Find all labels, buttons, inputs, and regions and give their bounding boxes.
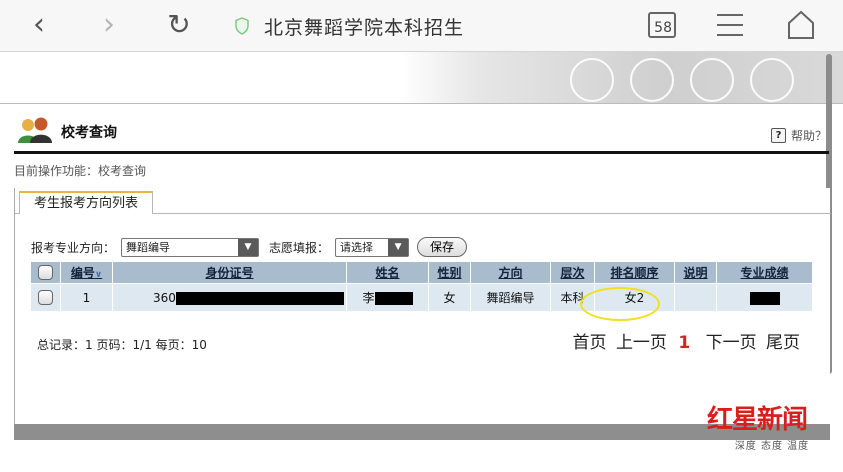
browser-toolbar: ‹ › ↻ 北京舞蹈学院本科招生 58 bbox=[0, 0, 843, 52]
column-header-level[interactable]: 层次 bbox=[550, 261, 595, 284]
page-url-title: 北京舞蹈学院本科招生 bbox=[264, 16, 465, 39]
prev-page-link[interactable]: 上一页 bbox=[616, 333, 667, 353]
column-header-name[interactable]: 姓名 bbox=[346, 261, 429, 284]
page-title: 校考查询 bbox=[61, 125, 117, 141]
row-direction: 舞蹈编导 bbox=[470, 283, 551, 312]
next-page-link[interactable]: 下一页 bbox=[706, 333, 757, 353]
filter-row: 报考专业方向： 舞蹈编导 ▼ 志愿填报： 请选择 ▼ 保存 bbox=[31, 236, 468, 258]
column-header-score[interactable]: 专业成绩 bbox=[716, 261, 813, 284]
major-direction-select[interactable]: 舞蹈编导 ▼ bbox=[121, 237, 260, 257]
table-header-row: 编号∨ 身份证号 姓名 性别 方向 层次 排名顺序 说明 专业成绩 bbox=[30, 261, 813, 284]
watermark-logo: 红星新闻 深度 态度 温度 bbox=[707, 403, 837, 463]
row-name: 李 bbox=[362, 291, 375, 305]
column-header-note[interactable]: 说明 bbox=[674, 261, 717, 284]
column-header-direction[interactable]: 方向 bbox=[470, 261, 551, 284]
column-header-id[interactable]: 身份证号 bbox=[112, 261, 347, 284]
select-all-cell bbox=[30, 261, 61, 284]
row-checkbox[interactable] bbox=[38, 290, 53, 305]
chevron-down-icon[interactable]: ▼ bbox=[238, 238, 259, 256]
watermark-logo-text: 红星新闻 bbox=[707, 405, 808, 435]
mail-icon bbox=[690, 58, 734, 102]
redaction-bar bbox=[374, 292, 413, 305]
first-page-link[interactable]: 首页 bbox=[573, 333, 607, 353]
watermark-slogan: 深度 态度 温度 bbox=[734, 441, 810, 452]
save-button[interactable]: 保存 bbox=[417, 237, 468, 257]
shield-icon bbox=[235, 17, 249, 35]
back-icon[interactable]: ‹ bbox=[22, 8, 56, 42]
row-checkbox-cell bbox=[30, 283, 61, 312]
choice-label: 志愿填报： bbox=[269, 240, 330, 255]
highlight-circle bbox=[580, 287, 660, 321]
help-link[interactable]: ? 帮助？ bbox=[770, 127, 827, 144]
column-header-gender[interactable]: 性别 bbox=[428, 261, 471, 284]
forward-icon[interactable]: › bbox=[92, 8, 126, 42]
row-note bbox=[674, 283, 717, 312]
choice-select[interactable]: 请选择 ▼ bbox=[335, 237, 410, 257]
menu-icon[interactable] bbox=[717, 14, 743, 36]
current-page: 1 bbox=[678, 333, 691, 353]
site-banner bbox=[0, 52, 843, 104]
users-icon bbox=[18, 117, 52, 143]
row-no: 1 bbox=[60, 283, 113, 312]
results-table: 编号∨ 身份证号 姓名 性别 方向 层次 排名顺序 说明 专业成绩 1 360 … bbox=[30, 261, 813, 312]
help-label[interactable]: 帮助？ bbox=[791, 127, 827, 144]
redaction-bar bbox=[749, 291, 780, 305]
reload-icon[interactable]: ↻ bbox=[162, 8, 196, 42]
records-summary: 总记录：1 页码：1/1 每页：10 bbox=[37, 338, 207, 352]
column-header-no[interactable]: 编号∨ bbox=[60, 261, 113, 284]
row-gender: 女 bbox=[428, 283, 471, 312]
help-icon[interactable]: ? bbox=[770, 128, 786, 143]
row-id-cell: 360 bbox=[112, 283, 347, 312]
redaction-bar bbox=[175, 291, 344, 305]
documents-icon bbox=[750, 58, 794, 102]
people-icon bbox=[630, 58, 674, 102]
breadcrumb: 目前操作功能：校考查询 bbox=[14, 164, 147, 178]
chevron-down-icon[interactable]: ▼ bbox=[388, 238, 409, 256]
cursor-icon bbox=[570, 58, 614, 102]
address-bar[interactable]: 北京舞蹈学院本科招生 bbox=[200, 9, 620, 43]
sort-down-icon[interactable]: ∨ bbox=[95, 270, 102, 280]
last-page-link[interactable]: 尾页 bbox=[766, 333, 800, 353]
row-id: 360 bbox=[153, 290, 176, 305]
pagination: 首页 上一页 1 下一页 尾页 bbox=[569, 328, 800, 353]
major-direction-label: 报考专业方向： bbox=[31, 240, 116, 255]
row-score-cell bbox=[716, 283, 813, 312]
banner-graphic bbox=[400, 52, 843, 103]
choice-value: 请选择 bbox=[340, 240, 374, 254]
table-row[interactable]: 1 360 李 女 舞蹈编导 本科 女2 bbox=[30, 283, 813, 312]
query-panel: 考生报考方向列表 报考专业方向： 舞蹈编导 ▼ 志愿填报： 请选择 ▼ 保存 编… bbox=[14, 188, 831, 438]
major-direction-value: 舞蹈编导 bbox=[126, 240, 171, 254]
home-icon[interactable] bbox=[786, 9, 816, 41]
tabs-count-button[interactable]: 58 bbox=[648, 12, 676, 38]
tab-applicant-direction-list[interactable]: 考生报考方向列表 bbox=[19, 191, 154, 214]
row-name-cell: 李 bbox=[346, 283, 429, 312]
column-header-rank[interactable]: 排名顺序 bbox=[594, 261, 675, 284]
select-all-checkbox[interactable] bbox=[38, 265, 53, 280]
page-header: 校考查询 ? 帮助？ bbox=[14, 112, 829, 154]
